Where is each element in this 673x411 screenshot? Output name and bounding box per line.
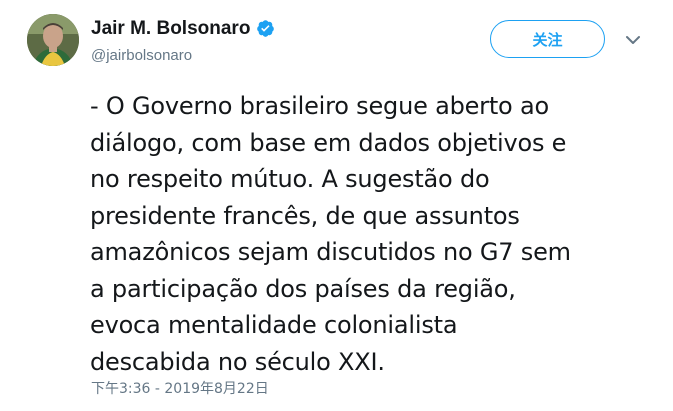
user-handle[interactable]: @jairbolsonaro	[91, 48, 275, 63]
chevron-down-icon[interactable]	[624, 33, 642, 47]
profile-photo-icon	[27, 14, 79, 66]
tweet-text: - O Governo brasileiro segue aberto ao d…	[90, 92, 571, 376]
tweet-timestamp[interactable]: 下午3:36 - 2019年8月22日	[91, 378, 269, 398]
follow-button[interactable]: 关注	[490, 20, 605, 58]
display-name[interactable]: Jair M. Bolsonaro	[91, 19, 250, 38]
verified-badge-icon	[256, 19, 275, 38]
display-name-row: Jair M. Bolsonaro	[91, 16, 275, 40]
author-info: Jair M. Bolsonaro @jairbolsonaro	[91, 16, 275, 63]
tweet-card: Jair M. Bolsonaro @jairbolsonaro 关注 - O …	[0, 0, 673, 411]
avatar[interactable]	[27, 14, 79, 66]
